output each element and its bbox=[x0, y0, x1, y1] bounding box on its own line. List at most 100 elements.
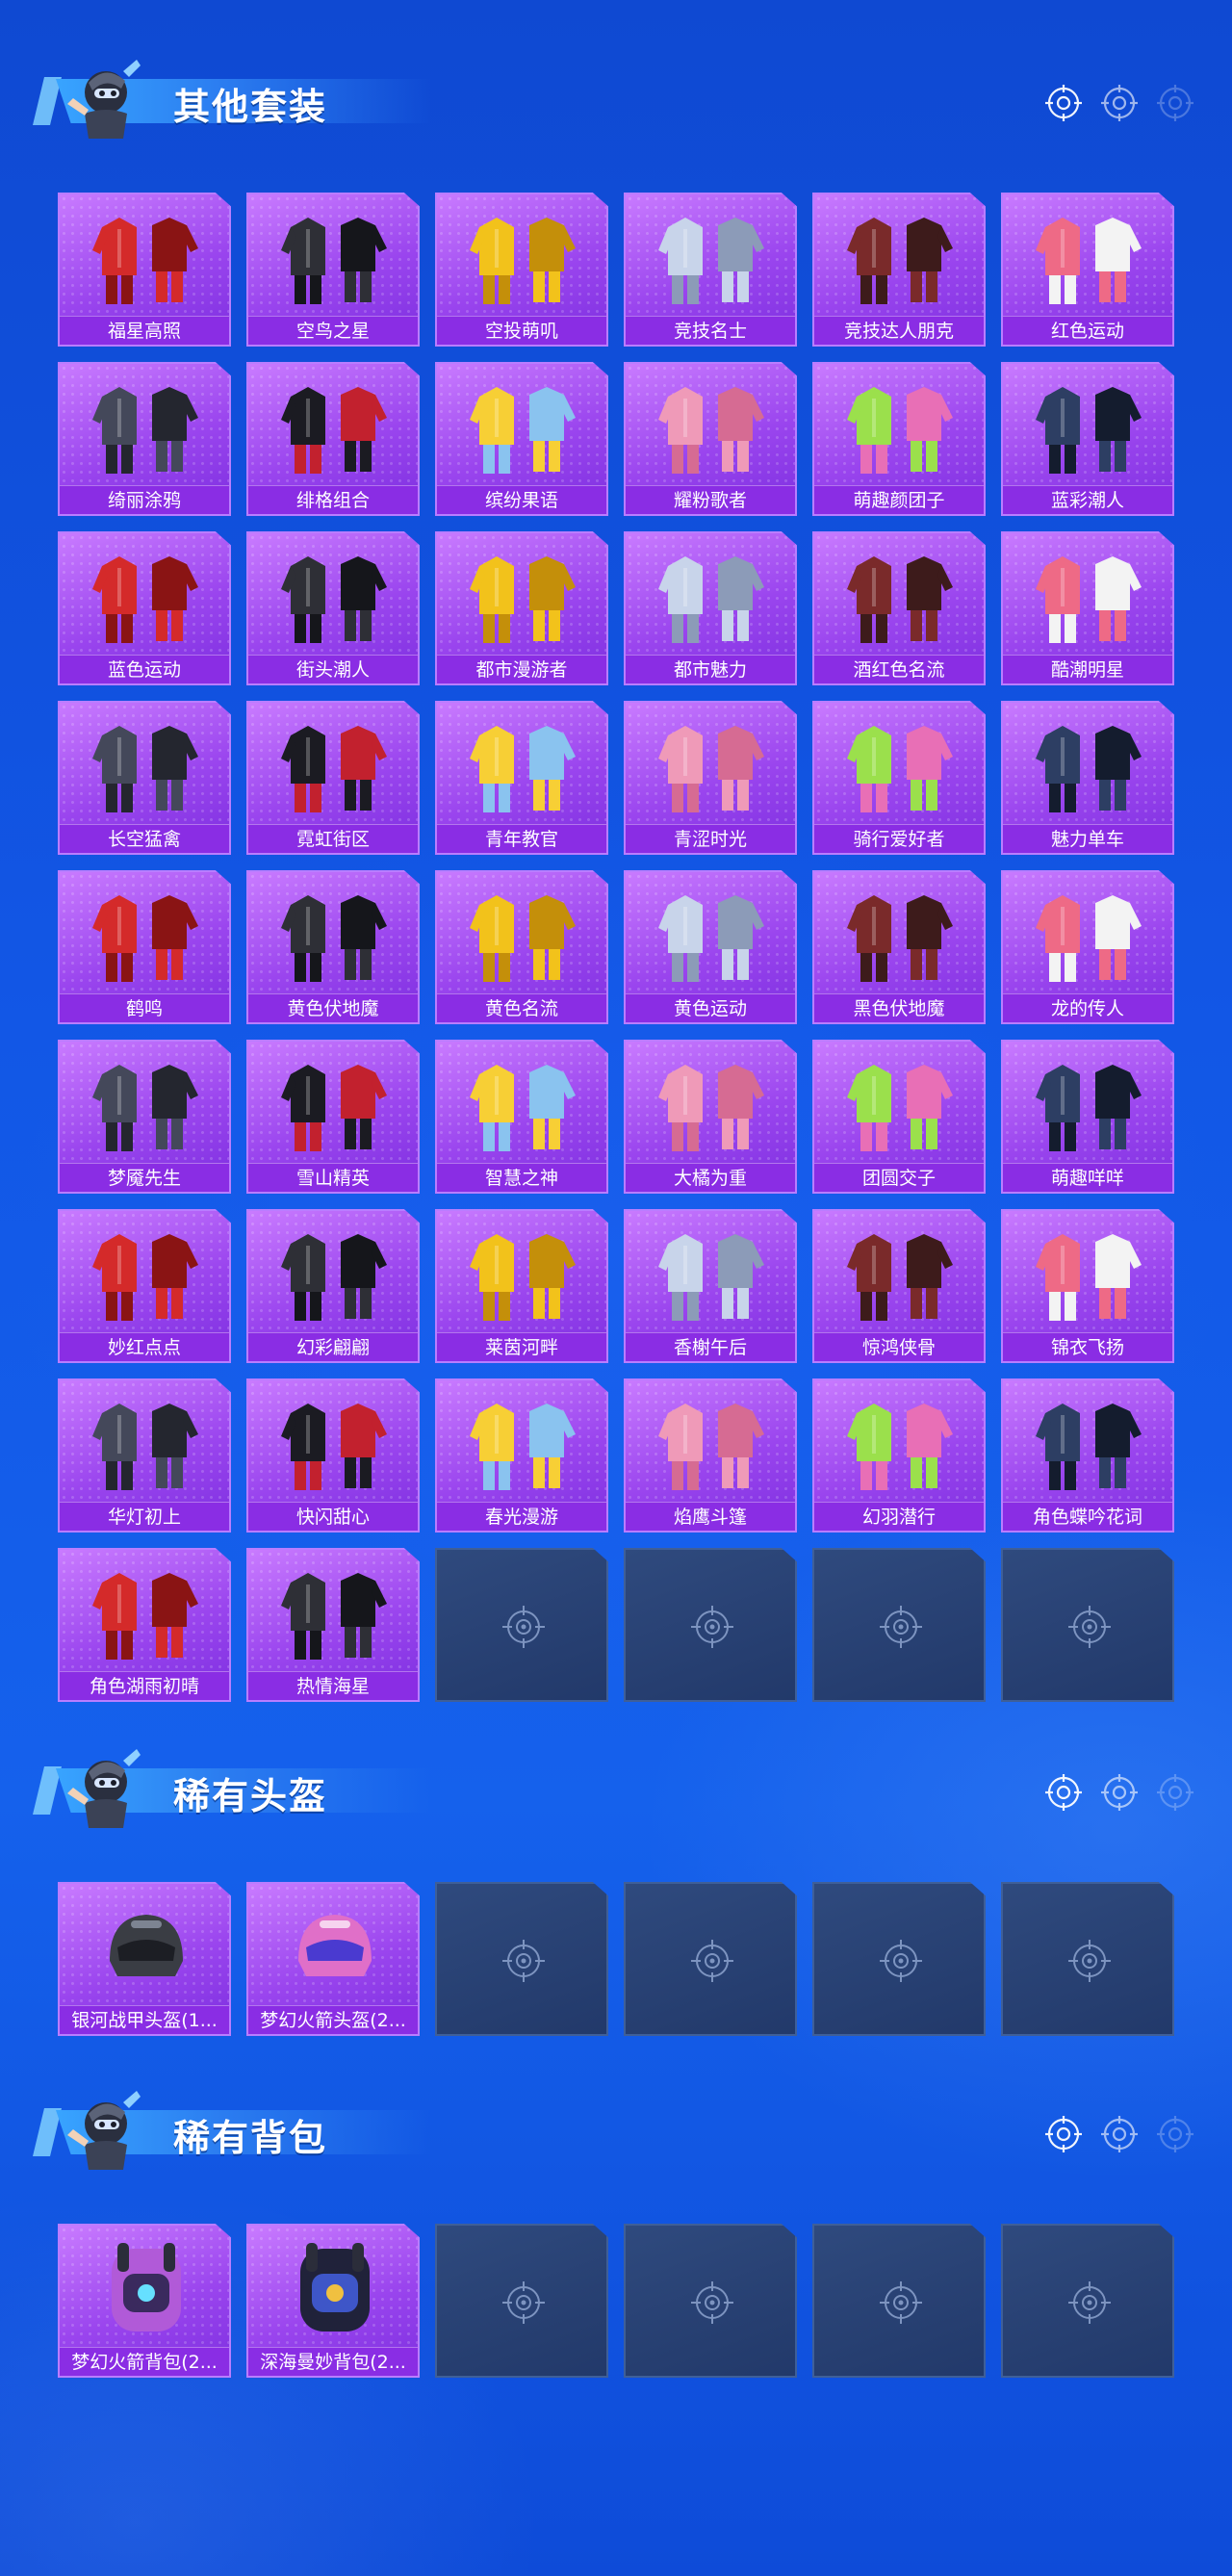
outfit-icon bbox=[89, 712, 204, 820]
item-card[interactable]: 蓝彩潮人 bbox=[1001, 362, 1174, 516]
item-card[interactable]: 青涩时光 bbox=[624, 701, 797, 855]
outfit-icon bbox=[654, 1051, 770, 1159]
item-card[interactable]: 智慧之神 bbox=[435, 1040, 608, 1194]
mascot-icon bbox=[56, 2085, 148, 2177]
outfit-icon bbox=[654, 712, 770, 820]
item-label: 福星高照 bbox=[60, 316, 229, 345]
item-card[interactable]: 骑行爱好者 bbox=[812, 701, 986, 855]
item-card[interactable]: 雪山精英 bbox=[246, 1040, 420, 1194]
item-card[interactable]: 耀粉歌者 bbox=[624, 362, 797, 516]
item-label: 酒红色名流 bbox=[814, 655, 984, 683]
item-label: 街头潮人 bbox=[248, 655, 418, 683]
item-card[interactable]: 角色蝶吟花词 bbox=[1001, 1378, 1174, 1533]
item-card[interactable]: 竞技达人朋克 bbox=[812, 193, 986, 347]
item-card[interactable]: 都市漫游者 bbox=[435, 531, 608, 685]
item-card[interactable]: 酒红色名流 bbox=[812, 531, 986, 685]
item-card[interactable]: 福星高照 bbox=[58, 193, 231, 347]
item-card[interactable]: 绮丽涂鸦 bbox=[58, 362, 231, 516]
item-card[interactable]: 锦衣飞扬 bbox=[1001, 1209, 1174, 1363]
item-card[interactable]: 焰鹰斗篷 bbox=[624, 1378, 797, 1533]
item-card[interactable]: 梦幻火箭背包(2... bbox=[58, 2224, 231, 2378]
item-card[interactable]: 霓虹街区 bbox=[246, 701, 420, 855]
item-card[interactable]: 团圆交子 bbox=[812, 1040, 986, 1194]
helmet-icon bbox=[277, 1893, 393, 2001]
item-card[interactable]: 华灯初上 bbox=[58, 1378, 231, 1533]
outfit-icon bbox=[843, 204, 959, 312]
item-card[interactable]: 热情海星 bbox=[246, 1548, 420, 1702]
item-card[interactable]: 黄色伏地魔 bbox=[246, 870, 420, 1024]
outfit-icon bbox=[843, 1051, 959, 1159]
item-card[interactable]: 龙的传人 bbox=[1001, 870, 1174, 1024]
crosshair-deco-icon bbox=[1041, 1770, 1205, 1815]
item-card[interactable]: 鹤鸣 bbox=[58, 870, 231, 1024]
item-card[interactable]: 黄色名流 bbox=[435, 870, 608, 1024]
section-header: 其他套装 bbox=[0, 39, 1232, 154]
section-title: 稀有背包 bbox=[173, 2117, 328, 2159]
item-card[interactable]: 缤纷果语 bbox=[435, 362, 608, 516]
section-title: 其他套装 bbox=[173, 86, 328, 128]
item-card[interactable]: 魅力单车 bbox=[1001, 701, 1174, 855]
item-card[interactable]: 空鸟之星 bbox=[246, 193, 420, 347]
empty-slot bbox=[1001, 1548, 1174, 1702]
item-card[interactable]: 梦幻火箭头盔(2... bbox=[246, 1882, 420, 2036]
item-label: 快闪甜心 bbox=[248, 1502, 418, 1531]
item-card[interactable]: 大橘为重 bbox=[624, 1040, 797, 1194]
item-card[interactable]: 萌趣咩咩 bbox=[1001, 1040, 1174, 1194]
item-card[interactable]: 惊鸿侠骨 bbox=[812, 1209, 986, 1363]
item-card[interactable]: 幻彩翩翩 bbox=[246, 1209, 420, 1363]
item-card[interactable]: 萌趣颜团子 bbox=[812, 362, 986, 516]
item-label: 深海曼妙背包(2... bbox=[248, 2347, 418, 2376]
outfit-icon bbox=[277, 1221, 393, 1328]
item-card[interactable]: 街头潮人 bbox=[246, 531, 420, 685]
empty-slot bbox=[1001, 2224, 1174, 2378]
item-card[interactable]: 长空猛禽 bbox=[58, 701, 231, 855]
item-card[interactable]: 妙红点点 bbox=[58, 1209, 231, 1363]
item-card[interactable]: 青年教官 bbox=[435, 701, 608, 855]
item-card[interactable]: 空投萌叽 bbox=[435, 193, 608, 347]
item-card[interactable]: 黄色运动 bbox=[624, 870, 797, 1024]
outfit-icon bbox=[277, 543, 393, 651]
item-card[interactable]: 竞技名士 bbox=[624, 193, 797, 347]
item-label: 大橘为重 bbox=[626, 1163, 795, 1192]
empty-slot bbox=[435, 1548, 608, 1702]
outfit-icon bbox=[1032, 374, 1147, 481]
item-card[interactable]: 莱茵河畔 bbox=[435, 1209, 608, 1363]
item-card[interactable]: 深海曼妙背包(2... bbox=[246, 2224, 420, 2378]
item-card[interactable]: 银河战甲头盔(1... bbox=[58, 1882, 231, 2036]
crosshair-icon bbox=[1065, 1936, 1115, 1986]
outfit-icon bbox=[277, 1390, 393, 1498]
outfit-icon bbox=[466, 882, 581, 990]
item-card[interactable]: 春光漫游 bbox=[435, 1378, 608, 1533]
item-card[interactable]: 酷潮明星 bbox=[1001, 531, 1174, 685]
item-label: 团圆交子 bbox=[814, 1163, 984, 1192]
item-card[interactable]: 都市魅力 bbox=[624, 531, 797, 685]
item-card[interactable]: 绯格组合 bbox=[246, 362, 420, 516]
item-label: 缤纷果语 bbox=[437, 485, 606, 514]
item-card[interactable]: 角色湖雨初晴 bbox=[58, 1548, 231, 1702]
outfit-icon bbox=[1032, 882, 1147, 990]
item-label: 耀粉歌者 bbox=[626, 485, 795, 514]
outfit-icon bbox=[1032, 1390, 1147, 1498]
crosshair-deco-icon bbox=[1041, 2112, 1205, 2156]
item-card[interactable]: 香榭午后 bbox=[624, 1209, 797, 1363]
item-card[interactable]: 梦魇先生 bbox=[58, 1040, 231, 1194]
item-card[interactable]: 红色运动 bbox=[1001, 193, 1174, 347]
outfit-icon bbox=[89, 1559, 204, 1667]
outfit-icon bbox=[654, 882, 770, 990]
item-card[interactable]: 快闪甜心 bbox=[246, 1378, 420, 1533]
item-label: 梦幻火箭背包(2... bbox=[60, 2347, 229, 2376]
section-header: 稀有背包 bbox=[0, 2070, 1232, 2185]
item-card[interactable]: 黑色伏地魔 bbox=[812, 870, 986, 1024]
section-1: 其他套装福星高照 空鸟之星 空投萌叽 竞技名士 竞技达人朋克 红色运动绮丽涂鸦 绯格组合 缤纷… bbox=[0, 39, 1232, 1702]
outfit-icon bbox=[466, 1390, 581, 1498]
item-label: 蓝色运动 bbox=[60, 655, 229, 683]
empty-slot bbox=[812, 1882, 986, 2036]
helmet-icon bbox=[89, 1893, 204, 2001]
item-card[interactable]: 蓝色运动 bbox=[58, 531, 231, 685]
item-label: 长空猛禽 bbox=[60, 824, 229, 853]
item-label: 黄色运动 bbox=[626, 993, 795, 1022]
empty-slot bbox=[435, 2224, 608, 2378]
item-label: 鹤鸣 bbox=[60, 993, 229, 1022]
empty-slot bbox=[624, 1882, 797, 2036]
item-card[interactable]: 幻羽潜行 bbox=[812, 1378, 986, 1533]
